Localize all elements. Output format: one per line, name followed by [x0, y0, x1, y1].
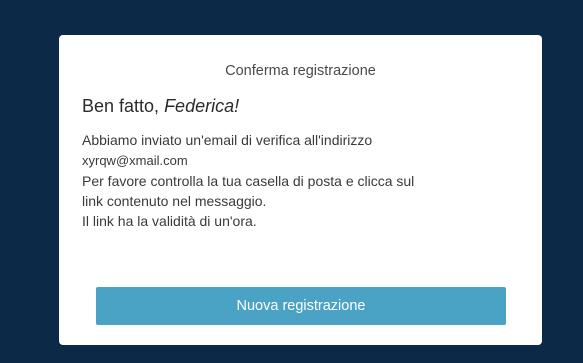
message-line-2: Per favore controlla la tua casella di p…	[82, 173, 415, 189]
confirmation-dialog: Conferma registrazione Ben fatto, Federi…	[59, 35, 542, 345]
greeting-name: Federica!	[164, 96, 240, 116]
dialog-content: Ben fatto, Federica! Abbiamo inviato un'…	[82, 95, 519, 231]
greeting: Ben fatto, Federica!	[82, 95, 519, 117]
email-address: xyrqw@xmail.com	[82, 153, 188, 168]
message-line-1: Abbiamo inviato un'email di verifica all…	[82, 132, 373, 148]
message-line-3: link contenuto nel messaggio.	[82, 193, 267, 209]
message-line-4: Il link ha la validità di un'ora.	[82, 213, 257, 229]
new-registration-button[interactable]: Nuova registrazione	[96, 287, 506, 325]
greeting-prefix: Ben fatto,	[82, 96, 165, 116]
dialog-title: Conferma registrazione	[225, 63, 376, 79]
